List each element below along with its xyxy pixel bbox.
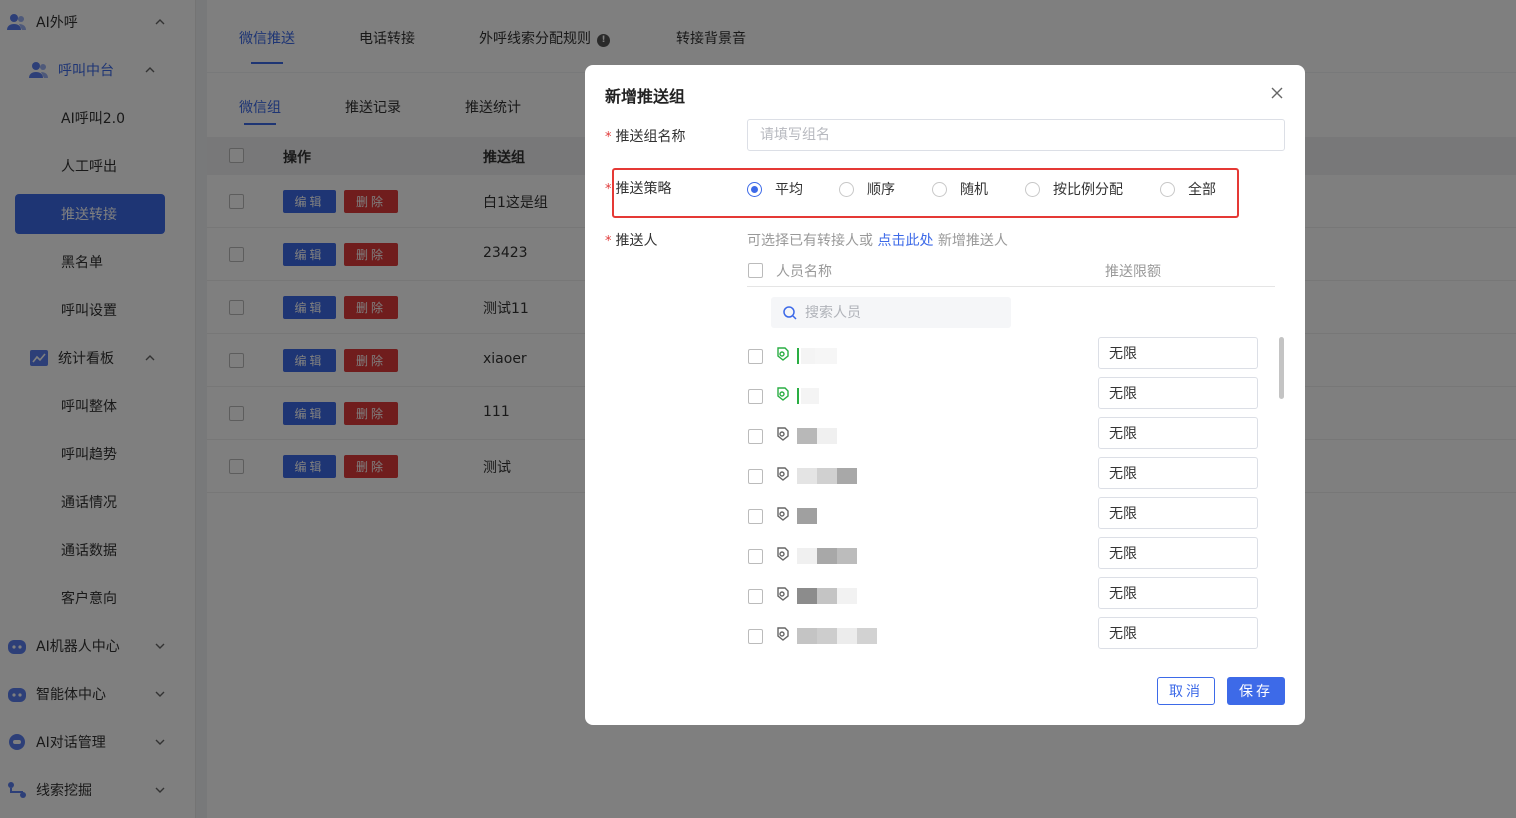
- pusher-list-header: 人员名称 推送限额: [747, 255, 1275, 287]
- group-name-label: * 推送组名称: [605, 129, 686, 145]
- wechat-icon: [777, 467, 789, 481]
- blurred-person-name: [797, 548, 857, 564]
- push-quota-input[interactable]: [1098, 337, 1258, 369]
- strategy-radio-all[interactable]: 全部: [1160, 179, 1216, 199]
- list-item: [747, 337, 1259, 377]
- push-quota-input[interactable]: [1098, 417, 1258, 449]
- list-item: [747, 577, 1259, 617]
- strategy-label: * 推送策略: [605, 181, 672, 197]
- strategy-radio-ratio[interactable]: 按比例分配: [1025, 179, 1123, 199]
- person-search-box: [771, 297, 1011, 328]
- app-root: AI外呼 呼叫中台 AI呼叫2.0 人工呼出 推送转接 黑名单 呼叫设置 统计看…: [0, 0, 1516, 818]
- wechat-icon: [777, 587, 789, 601]
- blurred-person-name: [797, 348, 837, 364]
- add-push-group-dialog: 新增推送组 *推送组名称 *推送策略 平均 顺序 随机 按比例分配 全部 *推送…: [585, 65, 1305, 725]
- list-item: [747, 497, 1259, 537]
- wechat-icon: [777, 627, 789, 641]
- push-quota-input[interactable]: [1098, 457, 1258, 489]
- strategy-radio-sequential[interactable]: 顺序: [839, 179, 895, 199]
- push-quota-input[interactable]: [1098, 377, 1258, 409]
- person-checkbox[interactable]: [748, 629, 763, 644]
- person-search-input[interactable]: [805, 304, 995, 321]
- blurred-person-name: [797, 588, 857, 604]
- group-name-input[interactable]: [747, 119, 1285, 151]
- strategy-highlight-box: [612, 168, 1239, 218]
- close-icon[interactable]: [1269, 85, 1285, 101]
- col-push-quota: 推送限额: [1105, 264, 1161, 280]
- push-quota-input[interactable]: [1098, 537, 1258, 569]
- push-quota-input[interactable]: [1098, 617, 1258, 649]
- list-item: [747, 537, 1259, 577]
- list-item: [747, 617, 1259, 657]
- wechat-icon: [777, 547, 789, 561]
- list-scrollbar[interactable]: [1279, 337, 1284, 399]
- person-checkbox[interactable]: [748, 549, 763, 564]
- cancel-button[interactable]: 取消: [1157, 677, 1215, 705]
- person-checkbox[interactable]: [748, 469, 763, 484]
- person-checkbox[interactable]: [748, 589, 763, 604]
- list-item: [747, 457, 1259, 497]
- blurred-person-name: [797, 628, 877, 644]
- person-checkbox[interactable]: [748, 509, 763, 524]
- save-button[interactable]: 保存: [1227, 677, 1285, 705]
- wechat-icon: [777, 387, 789, 401]
- pusher-label: * 推送人: [605, 233, 658, 249]
- person-checkbox[interactable]: [748, 389, 763, 404]
- radio-circle: [932, 181, 947, 197]
- blurred-person-name: [797, 468, 857, 484]
- wechat-icon: [777, 507, 789, 521]
- search-icon: [783, 305, 797, 320]
- strategy-radio-average[interactable]: 平均: [747, 179, 803, 199]
- blurred-person-name: [797, 388, 819, 404]
- list-item: [747, 377, 1259, 417]
- select-all-pushers-checkbox[interactable]: [748, 263, 763, 278]
- blurred-person-name: [797, 508, 817, 524]
- strategy-radio-random[interactable]: 随机: [932, 179, 988, 199]
- col-person-name: 人员名称: [776, 264, 832, 280]
- radio-circle: [839, 181, 854, 197]
- person-checkbox[interactable]: [748, 349, 763, 364]
- radio-circle: [1160, 181, 1175, 197]
- add-pusher-link[interactable]: 点击此处: [877, 233, 933, 249]
- push-quota-input[interactable]: [1098, 577, 1258, 609]
- person-checkbox[interactable]: [748, 429, 763, 444]
- push-quota-input[interactable]: [1098, 497, 1258, 529]
- wechat-icon: [777, 347, 789, 361]
- pusher-hint: 可选择已有转接人或 点击此处 新增推送人: [747, 233, 1008, 249]
- radio-circle: [1025, 181, 1040, 197]
- blurred-person-name: [797, 428, 837, 444]
- dialog-title: 新增推送组: [605, 87, 686, 106]
- wechat-icon: [777, 427, 789, 441]
- list-item: [747, 417, 1259, 457]
- radio-circle: [747, 181, 762, 197]
